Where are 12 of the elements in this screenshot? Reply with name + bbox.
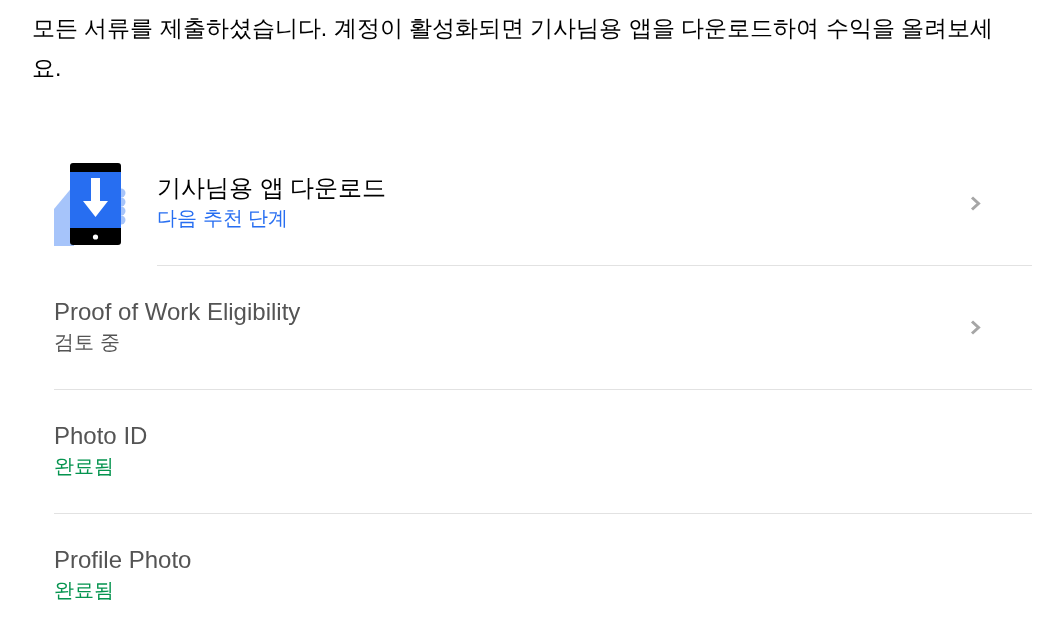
step-title: Profile Photo — [54, 545, 193, 575]
step-status: 검토 중 — [54, 330, 121, 355]
phone-download-icon — [54, 163, 126, 246]
step-title: Photo ID — [54, 421, 149, 451]
step-title: 기사님용 앱 다운로드 — [157, 173, 388, 203]
step-status: 다음 추천 단계 — [157, 206, 290, 231]
chevron-right-icon[interactable] — [970, 195, 981, 211]
step-status: 완료됨 — [54, 578, 115, 603]
chevron-right-icon[interactable] — [970, 319, 981, 335]
step-title: Proof of Work Eligibility — [54, 297, 302, 327]
step-status: 완료됨 — [54, 454, 115, 479]
intro-text: 모든 서류를 제출하셨습니다. 계정이 활성화되면 기사님용 앱을 다운로드하여 수익을 올려보세요. — [31, 14, 994, 83]
